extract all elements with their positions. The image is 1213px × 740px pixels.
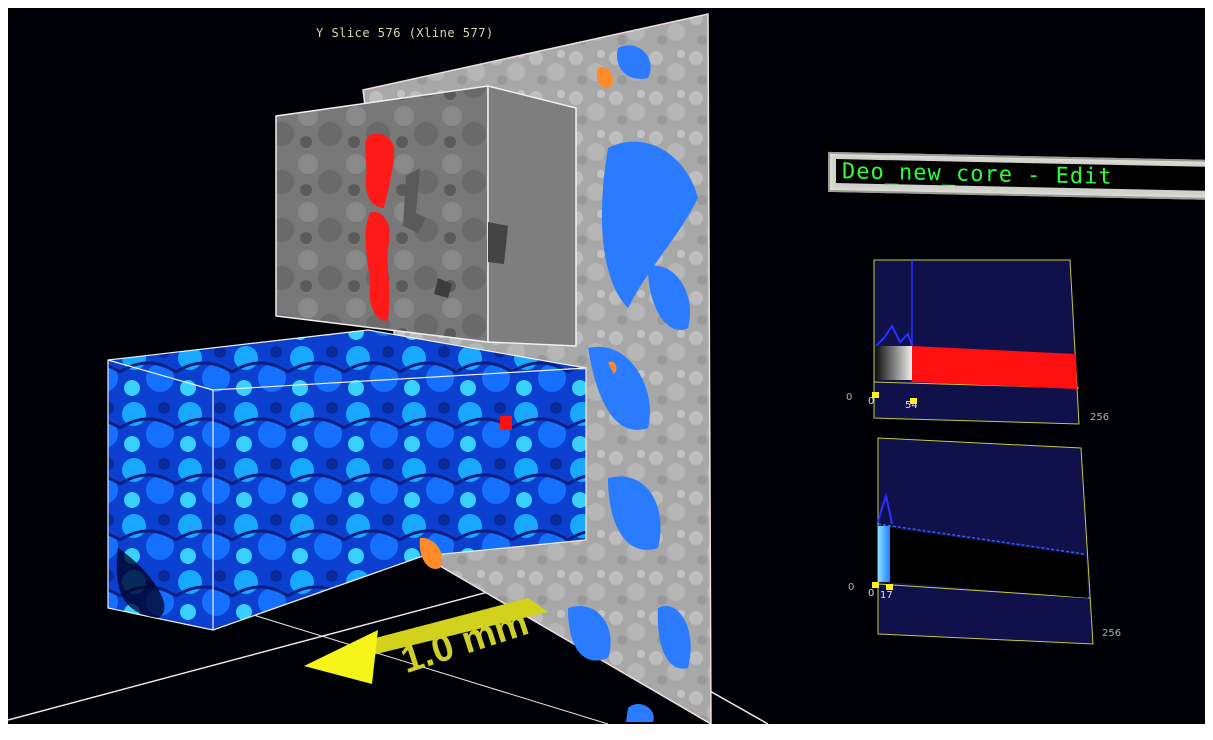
module-title-bar[interactable]: Deo_new_core - Edit — [828, 151, 1205, 201]
tf1-min-label: 0 — [846, 392, 853, 403]
scene-graphics — [8, 13, 1094, 724]
transfer-function-panel-2 — [872, 437, 1094, 645]
3d-scene-canvas[interactable]: Y Slice 576 (Xline 577) Deo_new_core - E… — [8, 8, 1205, 724]
viewer-viewport: Y Slice 576 (Xline 577) Deo_new_core - E… — [0, 0, 1213, 740]
tf1-right-marker-label[interactable]: 54 — [905, 400, 918, 411]
tf2-max-label: 256 — [1102, 628, 1122, 639]
tf1-left-marker-label[interactable]: 0 — [868, 396, 874, 407]
gray-subvolume-cube — [275, 85, 577, 347]
module-title: Deo_new_core - Edit — [842, 159, 1113, 190]
tf1-max-label: 256 — [1090, 412, 1110, 423]
slice-label: Y Slice 576 (Xline 577) — [316, 26, 494, 40]
tf2-min-label: 0 — [848, 582, 855, 593]
tf2-left-marker-label[interactable]: 0 — [868, 588, 874, 599]
tf2-right-marker-label[interactable]: 17 — [880, 590, 893, 601]
module-title-inner: Deo_new_core - Edit — [836, 159, 1205, 192]
transfer-function-panel-1 — [872, 259, 1080, 425]
